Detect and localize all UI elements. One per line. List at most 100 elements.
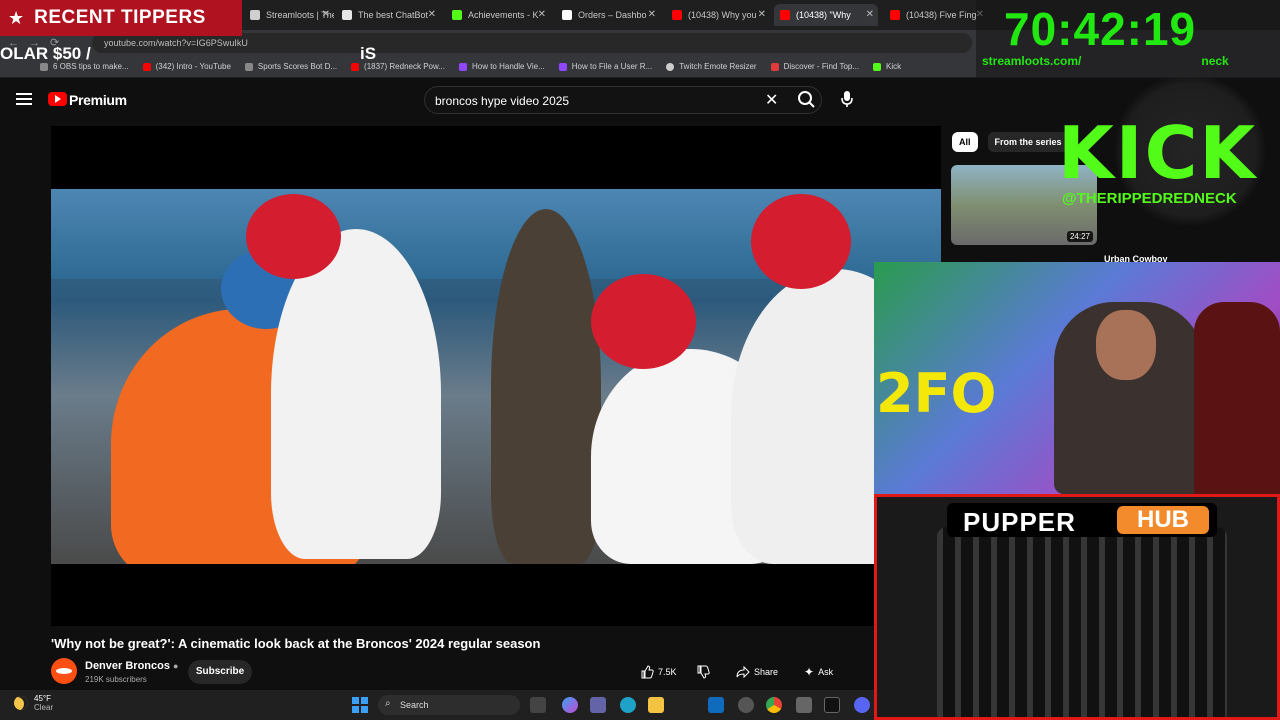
chair-figure <box>1194 302 1280 494</box>
close-icon[interactable]: ✕ <box>758 9 766 20</box>
recent-tippers-title: RECENT TIPPERS <box>34 7 206 28</box>
chatbot-icon <box>342 10 352 20</box>
bookmark-discover[interactable]: Discover - Find Top... <box>770 62 859 71</box>
bookmark-sports-scores[interactable]: Sports Scores Bot D... <box>244 62 337 71</box>
tab-youtube-why-active[interactable]: (10438) "Why ✕ <box>774 4 878 26</box>
chip-from-series[interactable]: From the series <box>987 132 1069 152</box>
twitch-icon <box>558 62 567 71</box>
teams-icon[interactable] <box>590 697 606 713</box>
star-icon: ★ <box>8 7 25 28</box>
related-filter-chips: All From the series <box>952 132 1069 152</box>
terminal-icon[interactable] <box>824 697 840 713</box>
timer-url: streamloots.com/neck <box>982 54 1229 68</box>
search-input[interactable]: broncos hype video 2025 <box>435 94 569 108</box>
verified-icon: ● <box>173 661 179 671</box>
sparkle-icon: ✦ <box>804 665 815 679</box>
file-explorer-icon[interactable] <box>648 697 664 713</box>
youtube-icon <box>351 62 360 71</box>
app-icon[interactable] <box>796 697 812 713</box>
menu-icon[interactable] <box>16 93 32 105</box>
bookmark-kick[interactable]: Kick <box>873 62 901 71</box>
url-field[interactable]: youtube.com/watch?v=IG6PSwuIkU <box>92 33 972 53</box>
youtube-premium-label[interactable]: Premium <box>69 92 127 108</box>
weather-widget[interactable]: 45°F Clear <box>14 694 53 712</box>
streamloots-icon <box>250 10 260 20</box>
pupper-hub-logo: PUPPER HUB <box>947 503 1217 537</box>
subscriber-count: 219K subscribers <box>85 675 147 684</box>
task-view-icon[interactable] <box>530 697 546 713</box>
obs-icon[interactable] <box>738 697 754 713</box>
discover-icon <box>770 62 779 71</box>
moon-icon <box>14 696 28 710</box>
microphone-icon[interactable] <box>840 90 854 111</box>
close-icon[interactable]: ✕ <box>866 9 874 20</box>
close-icon[interactable]: ✕ <box>428 9 436 20</box>
edge-icon[interactable] <box>620 697 636 713</box>
camera-operator-figure <box>491 209 601 564</box>
tab-achievements[interactable]: Achievements - K ✕ <box>446 4 550 26</box>
recent-tippers-banner: ★ RECENT TIPPERS <box>0 0 242 36</box>
youtube-icon <box>890 10 900 20</box>
like-count: 7.5K <box>658 667 677 677</box>
like-button[interactable]: 7.5K <box>640 662 677 682</box>
helmet-figure <box>591 274 696 369</box>
close-icon[interactable]: ✕ <box>648 9 656 20</box>
chip-all[interactable]: All <box>952 132 978 152</box>
copilot-icon[interactable] <box>562 697 578 713</box>
dislike-button[interactable] <box>696 662 710 682</box>
globe-icon <box>244 62 253 71</box>
video-frame[interactable] <box>51 189 941 564</box>
tab-youtube-five-fing[interactable]: (10438) Five Fing✕ <box>884 4 988 26</box>
youtube-icon <box>780 10 790 20</box>
subscribe-button[interactable]: Subscribe <box>188 660 252 684</box>
kick-logo: KICK <box>1058 111 1258 195</box>
streamer-face <box>1096 310 1156 380</box>
youtube-icon <box>672 10 682 20</box>
twitch-icon <box>458 62 467 71</box>
taskbar-search[interactable]: ⌕ Search <box>378 695 520 715</box>
tab-youtube-why-you[interactable]: (10438) Why you ✕ <box>666 4 770 26</box>
share-icon <box>736 665 750 679</box>
youtube-logo-icon[interactable] <box>48 92 67 106</box>
video-title: 'Why not be great?': A cinematic look ba… <box>51 636 541 651</box>
search-button[interactable] <box>791 87 823 113</box>
windows-start-icon[interactable] <box>352 697 368 713</box>
search-icon <box>798 91 815 108</box>
tab-streamloots[interactable]: Streamloots | The ✕ <box>244 4 334 26</box>
ask-button[interactable]: ✦ Ask <box>804 662 833 682</box>
channel-name[interactable]: Denver Broncos ● <box>85 660 178 672</box>
tab-orders[interactable]: Orders – Dashbo ✕ <box>556 4 660 26</box>
kick-icon <box>452 10 462 20</box>
globe-icon <box>666 62 675 71</box>
video-duration: 24:27 <box>1066 231 1093 242</box>
windows-taskbar: 45°F Clear ⌕ Search <box>0 690 874 720</box>
share-button[interactable]: Share <box>736 662 778 682</box>
bookmark-emote-resizer[interactable]: Twitch Emote Resizer <box>666 62 757 71</box>
channel-avatar[interactable] <box>51 658 77 684</box>
thumbs-down-icon <box>697 665 710 679</box>
discord-icon[interactable] <box>854 697 870 713</box>
tipper-ticker: OLAR $50 / <box>0 44 91 63</box>
chrome-icon[interactable] <box>766 697 782 713</box>
bookmark-handle-viewers[interactable]: How to Handle Vie... <box>458 62 545 71</box>
orders-icon <box>562 10 572 20</box>
dog-crate <box>937 527 1227 717</box>
video-player[interactable] <box>51 126 941 626</box>
bookmark-file-user-report[interactable]: How to File a User R... <box>558 62 652 71</box>
timer-value: 70:42:19 <box>1004 3 1197 55</box>
close-icon[interactable]: ✕ <box>322 9 330 20</box>
close-icon[interactable]: ✕ <box>538 9 546 20</box>
thumbs-up-icon <box>641 665 654 679</box>
search-box[interactable]: broncos hype video 2025 ✕ <box>424 86 822 114</box>
pupper-hub-cam: PUPPER HUB <box>874 494 1280 720</box>
youtube-icon <box>142 62 151 71</box>
search-icon: ⌕ <box>385 698 391 709</box>
tipper-ticker-tail: iS <box>360 44 377 63</box>
helmet-figure <box>751 194 851 289</box>
outlook-icon[interactable] <box>708 697 724 713</box>
kick-icon <box>873 62 882 71</box>
tab-chatbot[interactable]: The best ChatBot ✕ <box>336 4 440 26</box>
clear-search-icon[interactable]: ✕ <box>765 90 778 110</box>
kick-handle: @THERIPPEDREDNECK <box>1062 190 1237 207</box>
bookmark-intro[interactable]: (342) Intro - YouTube <box>142 62 231 71</box>
